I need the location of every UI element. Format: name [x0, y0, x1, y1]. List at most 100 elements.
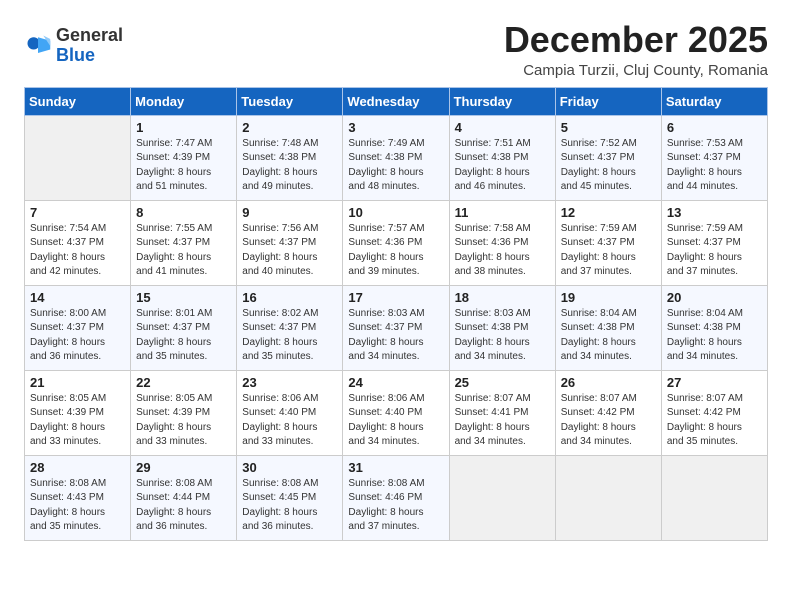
calendar-week-row: 7 Sunrise: 7:54 AM Sunset: 4:37 PM Daylig… — [25, 200, 768, 285]
day-number: 4 — [455, 120, 550, 135]
day-info: Sunrise: 7:56 AM Sunset: 4:37 PM Dayligh… — [242, 222, 337, 280]
day-info: Sunrise: 8:06 AM Sunset: 4:40 PM Dayligh… — [348, 392, 443, 450]
day-number: 19 — [561, 290, 656, 305]
weekday-header: Tuesday — [237, 87, 343, 115]
weekday-header: Monday — [131, 87, 237, 115]
day-info: Sunrise: 7:54 AM Sunset: 4:37 PM Dayligh… — [30, 222, 125, 280]
day-info: Sunrise: 8:08 AM Sunset: 4:45 PM Dayligh… — [242, 477, 337, 535]
calendar-cell: 16 Sunrise: 8:02 AM Sunset: 4:37 PM Dayli… — [237, 285, 343, 370]
calendar-cell: 8 Sunrise: 7:55 AM Sunset: 4:37 PM Daylig… — [131, 200, 237, 285]
day-info: Sunrise: 8:08 AM Sunset: 4:46 PM Dayligh… — [348, 477, 443, 535]
calendar-cell: 10Sunrise: 7:57 AM Sunset: 4:36 PM Dayli… — [343, 200, 449, 285]
calendar-cell: 9 Sunrise: 7:56 AM Sunset: 4:37 PM Daylig… — [237, 200, 343, 285]
day-number: 9 — [242, 205, 337, 220]
calendar-cell: 21Sunrise: 8:05 AM Sunset: 4:39 PM Dayli… — [25, 370, 131, 455]
day-info: Sunrise: 8:07 AM Sunset: 4:42 PM Dayligh… — [667, 392, 762, 450]
day-info: Sunrise: 8:03 AM Sunset: 4:38 PM Dayligh… — [455, 307, 550, 365]
day-number: 24 — [348, 375, 443, 390]
day-number: 15 — [136, 290, 231, 305]
day-number: 16 — [242, 290, 337, 305]
calendar-cell: 7 Sunrise: 7:54 AM Sunset: 4:37 PM Daylig… — [25, 200, 131, 285]
day-info: Sunrise: 7:59 AM Sunset: 4:37 PM Dayligh… — [667, 222, 762, 280]
calendar-cell: 15 Sunrise: 8:01 AM Sunset: 4:37 PM Dayli… — [131, 285, 237, 370]
calendar-cell: 23 Sunrise: 8:06 AM Sunset: 4:40 PM Dayli… — [237, 370, 343, 455]
day-info: Sunrise: 7:57 AM Sunset: 4:36 PM Dayligh… — [348, 222, 443, 280]
day-info: Sunrise: 8:01 AM Sunset: 4:37 PM Dayligh… — [136, 307, 231, 365]
day-number: 6 — [667, 120, 762, 135]
day-number: 22 — [136, 375, 231, 390]
day-number: 8 — [136, 205, 231, 220]
day-number: 7 — [30, 205, 125, 220]
calendar-cell: 18 Sunrise: 8:03 AM Sunset: 4:38 PM Dayli… — [449, 285, 555, 370]
day-info: Sunrise: 8:08 AM Sunset: 4:44 PM Dayligh… — [136, 477, 231, 535]
day-number: 13 — [667, 205, 762, 220]
day-info: Sunrise: 8:06 AM Sunset: 4:40 PM Dayligh… — [242, 392, 337, 450]
weekday-header: Thursday — [449, 87, 555, 115]
day-number: 14 — [30, 290, 125, 305]
day-info: Sunrise: 8:04 AM Sunset: 4:38 PM Dayligh… — [667, 307, 762, 365]
calendar-cell — [449, 455, 555, 540]
calendar-week-row: 28Sunrise: 8:08 AM Sunset: 4:43 PM Dayli… — [25, 455, 768, 540]
weekday-header: Friday — [555, 87, 661, 115]
day-number: 20 — [667, 290, 762, 305]
day-info: Sunrise: 7:55 AM Sunset: 4:37 PM Dayligh… — [136, 222, 231, 280]
day-info: Sunrise: 7:58 AM Sunset: 4:36 PM Dayligh… — [455, 222, 550, 280]
calendar-cell: 11Sunrise: 7:58 AM Sunset: 4:36 PM Dayli… — [449, 200, 555, 285]
location-subtitle: Campia Turzii, Cluj County, Romania — [504, 62, 768, 79]
day-number: 29 — [136, 460, 231, 475]
day-number: 30 — [242, 460, 337, 475]
calendar-cell: 12 Sunrise: 7:59 AM Sunset: 4:37 PM Dayli… — [555, 200, 661, 285]
calendar-cell: 4 Sunrise: 7:51 AM Sunset: 4:38 PM Daylig… — [449, 115, 555, 200]
calendar-header-row: SundayMondayTuesdayWednesdayThursdayFrid… — [25, 87, 768, 115]
day-info: Sunrise: 8:07 AM Sunset: 4:41 PM Dayligh… — [455, 392, 550, 450]
day-info: Sunrise: 8:00 AM Sunset: 4:37 PM Dayligh… — [30, 307, 125, 365]
calendar-cell: 13 Sunrise: 7:59 AM Sunset: 4:37 PM Dayli… — [661, 200, 767, 285]
day-number: 5 — [561, 120, 656, 135]
month-title: December 2025 — [504, 20, 768, 60]
day-info: Sunrise: 8:03 AM Sunset: 4:37 PM Dayligh… — [348, 307, 443, 365]
day-info: Sunrise: 7:52 AM Sunset: 4:37 PM Dayligh… — [561, 137, 656, 195]
calendar-cell: 31 Sunrise: 8:08 AM Sunset: 4:46 PM Dayli… — [343, 455, 449, 540]
day-number: 3 — [348, 120, 443, 135]
day-info: Sunrise: 7:53 AM Sunset: 4:37 PM Dayligh… — [667, 137, 762, 195]
day-number: 18 — [455, 290, 550, 305]
day-info: Sunrise: 7:48 AM Sunset: 4:38 PM Dayligh… — [242, 137, 337, 195]
day-number: 17 — [348, 290, 443, 305]
day-info: Sunrise: 8:07 AM Sunset: 4:42 PM Dayligh… — [561, 392, 656, 450]
day-number: 23 — [242, 375, 337, 390]
calendar-cell: 5 Sunrise: 7:52 AM Sunset: 4:37 PM Daylig… — [555, 115, 661, 200]
page-header: General Blue December 2025 Campia Turzii… — [24, 20, 768, 79]
day-info: Sunrise: 7:59 AM Sunset: 4:37 PM Dayligh… — [561, 222, 656, 280]
calendar-cell: 3Sunrise: 7:49 AM Sunset: 4:38 PM Daylig… — [343, 115, 449, 200]
day-number: 27 — [667, 375, 762, 390]
weekday-header: Wednesday — [343, 87, 449, 115]
weekday-header: Saturday — [661, 87, 767, 115]
calendar-cell: 19 Sunrise: 8:04 AM Sunset: 4:38 PM Dayli… — [555, 285, 661, 370]
calendar-cell: 27 Sunrise: 8:07 AM Sunset: 4:42 PM Dayli… — [661, 370, 767, 455]
day-info: Sunrise: 8:02 AM Sunset: 4:37 PM Dayligh… — [242, 307, 337, 365]
day-number: 31 — [348, 460, 443, 475]
day-number: 25 — [455, 375, 550, 390]
day-number: 26 — [561, 375, 656, 390]
day-info: Sunrise: 7:47 AM Sunset: 4:39 PM Dayligh… — [136, 137, 231, 195]
calendar-cell: 22 Sunrise: 8:05 AM Sunset: 4:39 PM Dayli… — [131, 370, 237, 455]
title-block: December 2025 Campia Turzii, Cluj County… — [504, 20, 768, 79]
logo-text: General Blue — [56, 26, 123, 66]
logo-icon — [24, 32, 52, 60]
calendar-cell: 29 Sunrise: 8:08 AM Sunset: 4:44 PM Dayli… — [131, 455, 237, 540]
day-info: Sunrise: 8:05 AM Sunset: 4:39 PM Dayligh… — [30, 392, 125, 450]
calendar-cell: 14 Sunrise: 8:00 AM Sunset: 4:37 PM Dayli… — [25, 285, 131, 370]
calendar-cell — [555, 455, 661, 540]
day-info: Sunrise: 8:05 AM Sunset: 4:39 PM Dayligh… — [136, 392, 231, 450]
logo: General Blue — [24, 26, 123, 66]
calendar-cell — [25, 115, 131, 200]
calendar-cell: 6 Sunrise: 7:53 AM Sunset: 4:37 PM Daylig… — [661, 115, 767, 200]
calendar-week-row: 14 Sunrise: 8:00 AM Sunset: 4:37 PM Dayli… — [25, 285, 768, 370]
day-info: Sunrise: 8:04 AM Sunset: 4:38 PM Dayligh… — [561, 307, 656, 365]
calendar-cell: 2Sunrise: 7:48 AM Sunset: 4:38 PM Daylig… — [237, 115, 343, 200]
calendar-cell: 20 Sunrise: 8:04 AM Sunset: 4:38 PM Dayli… — [661, 285, 767, 370]
day-info: Sunrise: 7:51 AM Sunset: 4:38 PM Dayligh… — [455, 137, 550, 195]
calendar-cell: 17 Sunrise: 8:03 AM Sunset: 4:37 PM Dayli… — [343, 285, 449, 370]
day-number: 12 — [561, 205, 656, 220]
calendar-cell: 1Sunrise: 7:47 AM Sunset: 4:39 PM Daylig… — [131, 115, 237, 200]
